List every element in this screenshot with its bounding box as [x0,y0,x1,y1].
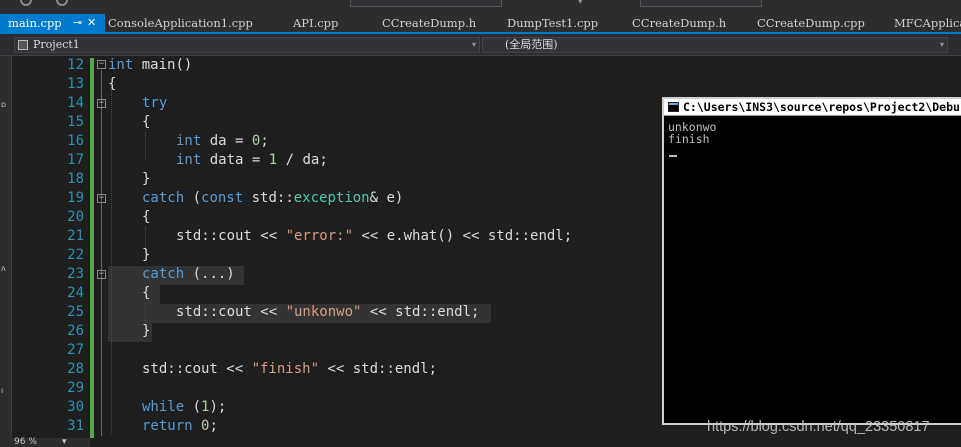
back-icon[interactable] [20,0,32,6]
code-line-13: { [108,76,117,92]
console-title: C:\Users\INS3\source\repos\Project2\Debu [683,100,960,114]
tab-label: MFCApplica [894,16,961,30]
line-number: 17 [67,152,84,168]
code-line-19: catch (const std::exception& e) [142,190,404,206]
line-number: 14 [67,95,84,111]
code-line-25: std::cout << "unkonwo" << std::endl; [176,304,480,320]
console-cursor [669,155,677,157]
scope-dropdown[interactable]: (全局范围) ▾ [482,37,948,53]
code-line-21: std::cout << "error:" << e.what() << std… [176,228,573,244]
code-line-28: std::cout << "finish" << std::endl; [142,361,438,377]
brace-highlight [108,285,160,304]
zoom-level[interactable]: 96 % [14,438,37,447]
tab-label: DumpTest1.cpp [507,16,599,30]
scope-name: (全局范围) [505,38,558,51]
config-dropdown[interactable] [350,0,502,7]
chevron-down-icon[interactable]: ▾ [62,438,67,447]
line-number: 23 [67,266,84,282]
line-number: 15 [67,114,84,130]
project-dropdown[interactable]: Project1 ▾ [14,37,480,53]
project-name: Project1 [33,38,80,51]
tab-main-cpp[interactable]: main.cpp ⊸ ✕ [0,14,105,32]
code-line-23: catch (...) [142,266,235,282]
left-tool-strip: ɒ ʌ ı [0,56,12,447]
tab-ccreatedump-h[interactable]: CCreateDump.h [382,14,476,32]
line-number: 12 [67,57,84,73]
watermark: https://blog.csdn.net/qq_23350817 [707,419,930,435]
tab-dumptest1-cpp[interactable]: DumpTest1.cpp [507,14,598,32]
line-number: 27 [67,342,84,358]
outline-line [101,70,102,436]
code-line-30: while (1); [142,399,227,415]
code-line-12: int main() [108,57,193,73]
line-number-gutter: 12 13 14 15 16 17 18 19 20 21 22 23 24 2… [12,56,92,447]
collapse-icon[interactable]: − [97,60,106,69]
chevron-down-icon[interactable]: ▾ [472,38,476,52]
tab-label: CCreateDump.cpp [757,16,865,30]
console-output-line: finish [668,132,710,146]
line-number: 28 [67,361,84,377]
console-app-icon [668,102,679,112]
code-line-31: return 0; [142,418,218,434]
code-line-18: } [142,171,151,187]
code-line-15: { [142,114,151,130]
line-number: 18 [67,171,84,187]
line-number: 30 [67,399,84,415]
code-line-22: } [142,247,151,263]
tab-label: ConsoleApplication1.cpp [108,16,253,30]
tab-api-cpp[interactable]: API.cpp [293,14,338,32]
line-number: 22 [67,247,84,263]
tab-label: CCreateDump.h [632,16,727,30]
forward-icon[interactable] [56,0,68,6]
collapse-icon[interactable]: − [97,270,106,279]
collapse-icon[interactable]: − [97,194,106,203]
collapse-icon[interactable]: − [97,99,106,108]
line-number: 24 [67,285,84,301]
indent-guide [111,84,113,434]
line-number: 20 [67,209,84,225]
code-line-24: { [142,285,151,301]
chevron-down-icon[interactable]: ▾ [940,38,944,52]
indent-guide [145,132,147,160]
navigation-bar: Project1 ▾ (全局范围) ▾ [0,34,961,56]
code-line-14: try [142,95,168,111]
toolbar: ▾ [0,0,961,14]
close-icon[interactable]: ✕ [87,14,96,32]
console-titlebar[interactable]: C:\Users\INS3\source\repos\Project2\Debu [664,99,961,116]
line-number: 26 [67,323,84,339]
console-window[interactable]: C:\Users\INS3\source\repos\Project2\Debu… [662,97,961,425]
side-tab-icon[interactable]: ʌ [1,264,6,273]
change-tracking-bar [90,58,94,438]
line-number: 16 [67,133,84,149]
line-number: 13 [67,76,84,92]
tab-ccreatedump-cpp[interactable]: CCreateDump.cpp [757,14,865,32]
dropdown-arrow-icon[interactable]: ▾ [578,0,583,7]
line-number: 21 [67,228,84,244]
line-number: 19 [67,190,84,206]
code-line-20: { [142,209,151,225]
tab-label: main.cpp [8,16,62,30]
line-number: 29 [67,380,84,396]
line-number: 31 [67,418,84,434]
zoom-bar: 96 % ▾ [0,438,90,447]
line-number: 25 [67,304,84,320]
document-tabs: main.cpp ⊸ ✕ ConsoleApplication1.cpp API… [0,14,961,34]
tab-ccreatedump-h-2[interactable]: CCreateDump.h [632,14,726,32]
side-tab-icon[interactable]: ɒ [1,100,6,109]
side-tab-icon[interactable]: ı [1,386,3,395]
project-icon [18,40,28,50]
tab-label: CCreateDump.h [382,16,477,30]
tab-consoleapplication1-cpp[interactable]: ConsoleApplication1.cpp [108,14,253,32]
pin-icon[interactable]: ⊸ [73,14,82,32]
code-line-16: int da = 0; [176,133,269,149]
code-line-26: } [142,323,151,339]
search-box[interactable] [640,0,762,7]
code-line-17: int data = 1 / da; [176,152,328,168]
tab-label: API.cpp [293,16,339,30]
tab-mfcapplication[interactable]: MFCApplica [894,14,961,32]
